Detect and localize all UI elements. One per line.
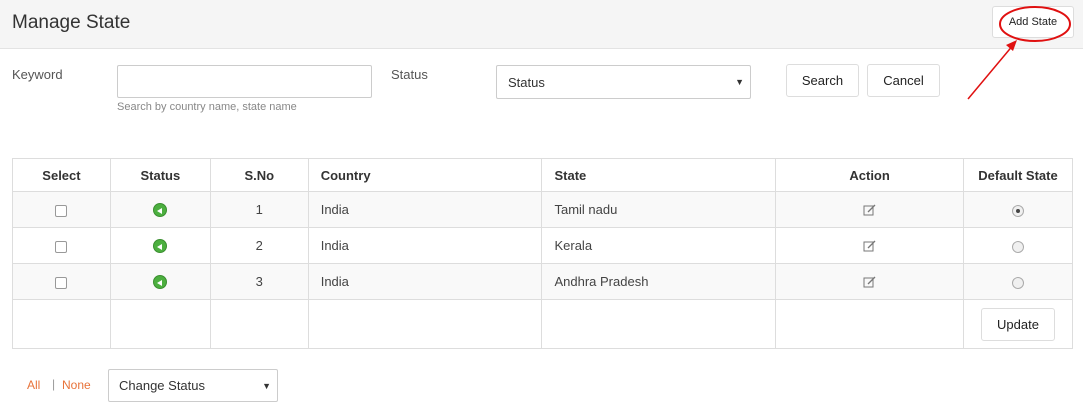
table-row: 1 India Tamil nadu [12,191,1073,228]
active-status-icon[interactable] [153,239,168,254]
table-row: 3 India Andhra Pradesh [12,263,1073,300]
col-header-sno: S.No [209,158,309,192]
search-button[interactable]: Search [786,64,859,97]
active-status-icon[interactable] [153,203,168,218]
active-status-icon[interactable] [153,275,168,290]
page-title: Manage State [12,12,131,33]
row-country: India [307,191,543,228]
row-sno: 3 [209,263,309,300]
caret-down-icon: ▼ [262,380,271,391]
annotation-arrow-line [967,43,1015,100]
edit-icon[interactable] [863,275,877,289]
row-select-checkbox[interactable] [55,276,68,289]
keyword-label: Keyword [12,67,63,82]
row-state: Kerala [541,227,777,264]
row-select-checkbox[interactable] [55,240,68,253]
change-status-select[interactable]: Change Status ▼ [108,369,278,402]
keyword-input[interactable] [117,65,372,98]
row-country: India [307,227,543,264]
col-header-country: Country [307,158,543,192]
edit-icon[interactable] [863,239,877,253]
link-separator: | [52,377,56,391]
row-state: Tamil nadu [541,191,777,228]
default-state-radio[interactable] [1012,276,1024,289]
cancel-button[interactable]: Cancel [867,64,940,97]
row-sno: 1 [209,191,309,228]
status-label: Status [391,67,428,82]
status-select[interactable]: Status ▼ [496,65,751,99]
edit-icon[interactable] [863,203,877,217]
col-header-status: Status [109,158,211,192]
col-header-action: Action [775,158,964,192]
table-footer-row: Update [12,299,1073,349]
page-header: Manage State Add State [0,0,1083,49]
state-table: Select Status S.No Country State Action … [12,158,1073,349]
select-none-link[interactable]: None [62,378,91,392]
update-button[interactable]: Update [981,307,1055,341]
row-country: India [307,263,543,300]
col-header-default-state: Default State [963,158,1073,192]
add-state-button[interactable]: Add State [992,6,1074,38]
col-header-state: State [541,158,777,192]
status-select-value: Status [508,74,545,90]
table-row: 2 India Kerala [12,227,1073,264]
col-header-select: Select [12,158,111,192]
select-all-link[interactable]: All [27,378,40,392]
row-state: Andhra Pradesh [541,263,777,300]
row-select-checkbox[interactable] [55,204,68,217]
table-header-row: Select Status S.No Country State Action … [12,158,1073,192]
default-state-radio[interactable] [1012,204,1024,217]
default-state-radio[interactable] [1012,240,1024,253]
keyword-hint: Search by country name, state name [117,101,297,113]
caret-down-icon: ▼ [735,77,744,87]
change-status-value: Change Status [119,378,206,393]
row-sno: 2 [209,227,309,264]
